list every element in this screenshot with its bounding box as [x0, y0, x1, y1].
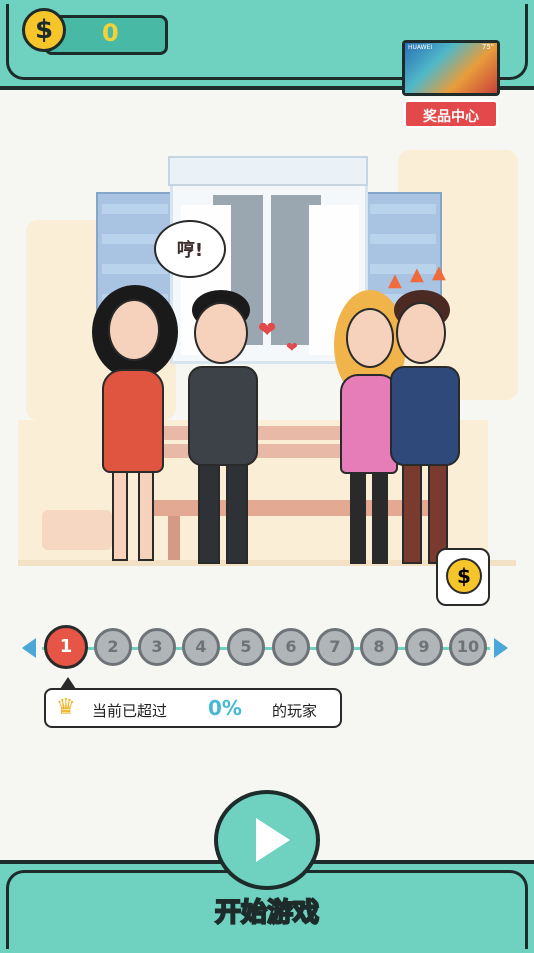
stat-label: 当前已超过 — [92, 702, 168, 720]
level-next-arrow-icon[interactable] — [494, 638, 508, 658]
heart-icon: ❤ — [258, 318, 277, 343]
start-game-label[interactable]: 开始游戏 — [0, 892, 534, 929]
tv-prize-image: HUAWEI 75" — [402, 40, 500, 96]
coin-symbol: $ — [34, 15, 54, 45]
heart-icon: ❤ — [286, 340, 298, 356]
level-button[interactable]: 1 — [44, 625, 88, 669]
level-button[interactable]: 4 — [182, 628, 220, 666]
play-icon — [256, 818, 290, 862]
dollar-coin-icon: $ — [22, 8, 66, 52]
level-button[interactable]: 3 — [138, 628, 176, 666]
tv-brand: HUAWEI — [408, 44, 433, 51]
player-rank-box: ♛ 当前已超过 0% 的玩家 — [44, 688, 342, 728]
level-selector: 1 2 3 4 5 6 7 8 9 10 — [20, 625, 512, 670]
speech-text: 哼! — [176, 240, 204, 261]
flame-icon: ▲ — [410, 264, 424, 285]
prize-center-label: 奖品中心 — [423, 109, 479, 125]
prize-center-button[interactable]: HUAWEI 75" 奖品中心 — [400, 40, 502, 132]
game-scene: 哼! ❤ ❤ ▲ ▲ ▲ — [18, 140, 518, 580]
dollar-coin-icon: $ — [446, 558, 482, 594]
coin-counter: $ 0 — [22, 8, 168, 55]
tv-size: 75" — [481, 43, 494, 51]
level-button[interactable]: 9 — [405, 628, 443, 666]
stat-value: 0% — [208, 696, 242, 720]
level-button[interactable]: 5 — [227, 628, 265, 666]
level-button[interactable]: 2 — [94, 628, 132, 666]
speech-bubble: 哼! — [154, 220, 226, 278]
crown-icon: ♛ — [56, 695, 76, 720]
hint-coin-button[interactable]: $ — [436, 548, 490, 606]
level-button[interactable]: 10 — [449, 628, 487, 666]
level-button[interactable]: 6 — [272, 628, 310, 666]
window-top — [168, 156, 368, 186]
prize-center-banner: 奖品中心 — [396, 100, 506, 130]
flame-icon: ▲ — [432, 262, 446, 283]
play-button[interactable] — [214, 790, 320, 890]
level-button[interactable]: 7 — [316, 628, 354, 666]
flame-icon: ▲ — [388, 270, 402, 291]
level-button[interactable]: 8 — [360, 628, 398, 666]
level-prev-arrow-icon[interactable] — [22, 638, 36, 658]
coin-count: 0 — [102, 19, 119, 47]
stat-suffix: 的玩家 — [272, 702, 318, 720]
